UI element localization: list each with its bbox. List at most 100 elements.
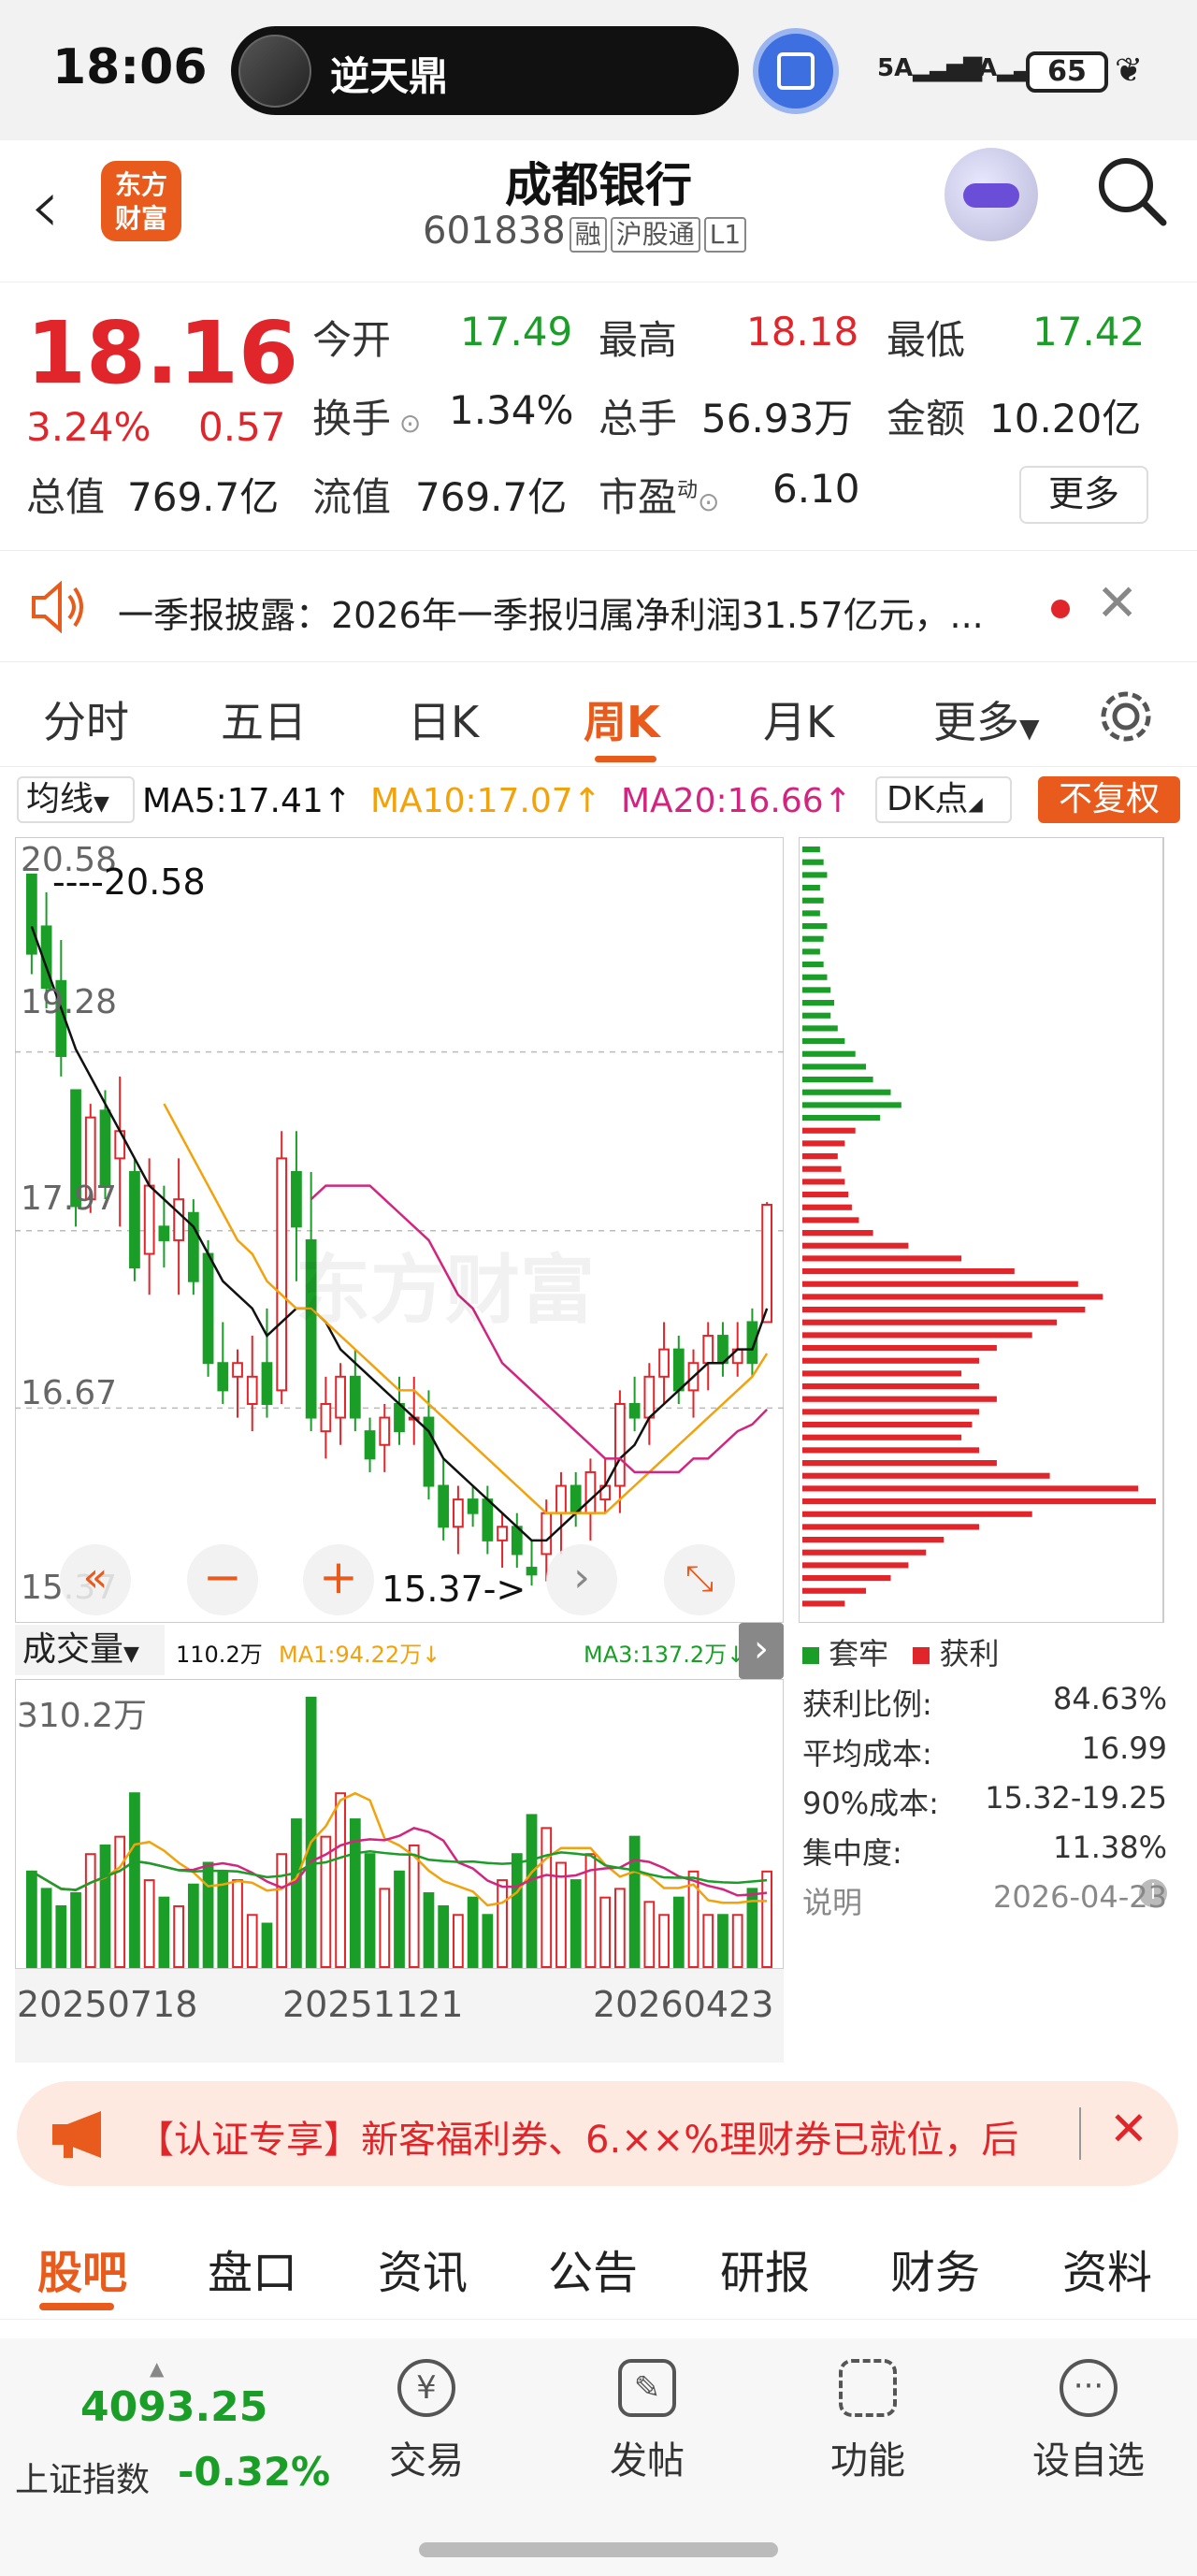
volume-bar [232,1879,243,1968]
chip-bar [802,948,820,955]
volume-bar [202,1861,214,1968]
tab-five-day[interactable]: 五日 [221,688,307,750]
ma-row: 均线▼ MA5:17.41↑ MA10:17.07↑ MA20:16.66↑ D… [0,773,1197,829]
volume-bar [261,1922,273,1969]
search-icon[interactable] [1094,153,1169,228]
tab-finance[interactable]: 财务 [890,2236,980,2301]
more-button[interactable]: 更多 [1019,466,1148,524]
watermark: 东方财富 [296,1247,595,1334]
chip-distribution-chart [798,836,1165,1624]
candle [614,1402,626,1487]
next-icon[interactable]: › [546,1544,617,1615]
candle [129,1171,140,1269]
tab-announcement[interactable]: 公告 [548,2236,638,2301]
tab-research[interactable]: 研报 [720,2236,810,2301]
chip-bar [802,1370,962,1377]
assistant-robot-icon[interactable] [945,148,1038,241]
floating-app-icon[interactable] [753,28,839,114]
price-tick: 17.97 [21,1179,118,1218]
chip-bar [802,1153,838,1160]
x-tick: 20260423 [593,1984,774,2025]
chip-bar [802,859,824,865]
candle [246,1375,258,1405]
megaphone-icon [52,2111,101,2158]
post-label: 发帖 [610,2439,685,2482]
volume-bar [599,1896,612,1968]
tab-weekly[interactable]: 周K [584,688,660,750]
candle [643,1375,656,1419]
expand-up-icon[interactable]: ▲ [150,2357,164,2380]
close-icon[interactable]: ✕ [1096,573,1138,632]
dynamic-island-pill[interactable]: 逆天鼎 [231,26,739,115]
gear-icon[interactable] [1096,687,1156,746]
mktcap-value: 769.7亿 [127,474,280,520]
amount-value: 10.20亿 [989,396,1142,441]
tab-profile[interactable]: 资料 [1062,2236,1152,2301]
dk-point-selector[interactable]: DK点◢ [875,776,1012,823]
tab-orderbook[interactable]: 盘口 [208,2236,297,2301]
volume-bar [291,1818,302,1968]
volume-bar [717,1914,728,1969]
candlestick-chart[interactable]: 东方财富 20.58 19.28 17.97 16.67 15.37 ----2… [14,836,785,1624]
add-watchlist-button[interactable]: ··· 设自选 [1014,2359,1163,2484]
index-value[interactable]: 4093.25 [80,2383,267,2431]
volume-header: 成交量▼ 110.2万 MA1:94.22万↓ MA3:137.2万↓ › [15,1623,784,1679]
notice-bar[interactable]: 一季报披露：2026年一季报归属净利润31.57亿元，... ✕ [0,550,1197,662]
leaf-icon: ❦ [1115,51,1144,90]
fullscreen-icon[interactable]: ⤡ [664,1544,735,1615]
volume-bar [55,1904,67,1968]
volume-bar [187,1883,199,1968]
volume-bar [335,1792,346,1969]
adjust-button[interactable]: 不复权 [1038,776,1180,823]
volume-bar [658,1914,670,1969]
zoom-out-icon[interactable]: − [187,1544,258,1615]
tab-more[interactable]: 更多▼ [933,688,1040,750]
candle [555,1484,567,1514]
tab-forum[interactable]: 股吧 [37,2236,127,2301]
volume-bar [173,1904,184,1968]
tab-intraday[interactable]: 分时 [43,688,129,750]
volume-selector[interactable]: 成交量▼ [15,1625,165,1675]
candle [217,1362,229,1392]
volume-bar [129,1792,140,1969]
close-icon[interactable]: ✕ [1109,2102,1148,2156]
index-change: -0.32% [178,2449,331,2495]
scroll-left-icon[interactable]: « [60,1544,131,1615]
trade-button[interactable]: ¥ 交易 [352,2359,501,2484]
stat-row-note[interactable]: 说明 i 2026-04-23 [802,1879,1167,1922]
ma-selector[interactable]: 均线▼ [17,776,135,823]
volume-bar [70,1892,81,1968]
chip-bar [802,1242,909,1249]
function-button[interactable]: 功能 [793,2359,943,2484]
chip-bar [802,885,820,891]
volume-bar [643,1901,656,1969]
volume-bar [453,1914,464,1969]
tab-monthly[interactable]: 月K [763,688,834,750]
tab-news[interactable]: 资讯 [378,2236,468,2301]
float-label: 流值 [312,474,392,520]
zoom-in-icon[interactable]: + [303,1544,374,1615]
post-button[interactable]: ✎ 发帖 [572,2359,722,2484]
chip-bar [802,1115,881,1122]
price-tick: 19.28 [21,983,118,1021]
chip-bar [802,1025,838,1032]
chip-bar [802,1294,1103,1300]
ma10-label: MA10:17.07↑ [370,782,601,820]
legend-loss: 套牢 [829,1636,889,1672]
tab-daily[interactable]: 日K [408,688,479,750]
volume-bar [672,1896,685,1968]
volume-chart[interactable]: 310.2万 20250718 20251121 20260423 [14,1678,785,2062]
x-tick: 20250718 [17,1984,198,2025]
volume-bar [482,1914,494,1969]
expand-arrow-icon[interactable]: › [739,1623,784,1679]
chip-bar [802,1434,962,1440]
kline-tabs: 分时 五日 日K 周K 月K 更多▼ [0,662,1197,767]
trade-label: 交易 [389,2439,464,2482]
battery-icon: 65 [1026,51,1108,93]
stat-row: 集中度: 11.38% [802,1830,1167,1871]
volume-bar [158,1896,170,1968]
home-indicator [419,2542,778,2557]
chip-bar [802,1485,1139,1492]
chip-bar [802,1165,842,1172]
promo-banner[interactable]: 【认证专享】新客福利券、6.××%理财券已就位，后 ✕ [17,2081,1178,2186]
